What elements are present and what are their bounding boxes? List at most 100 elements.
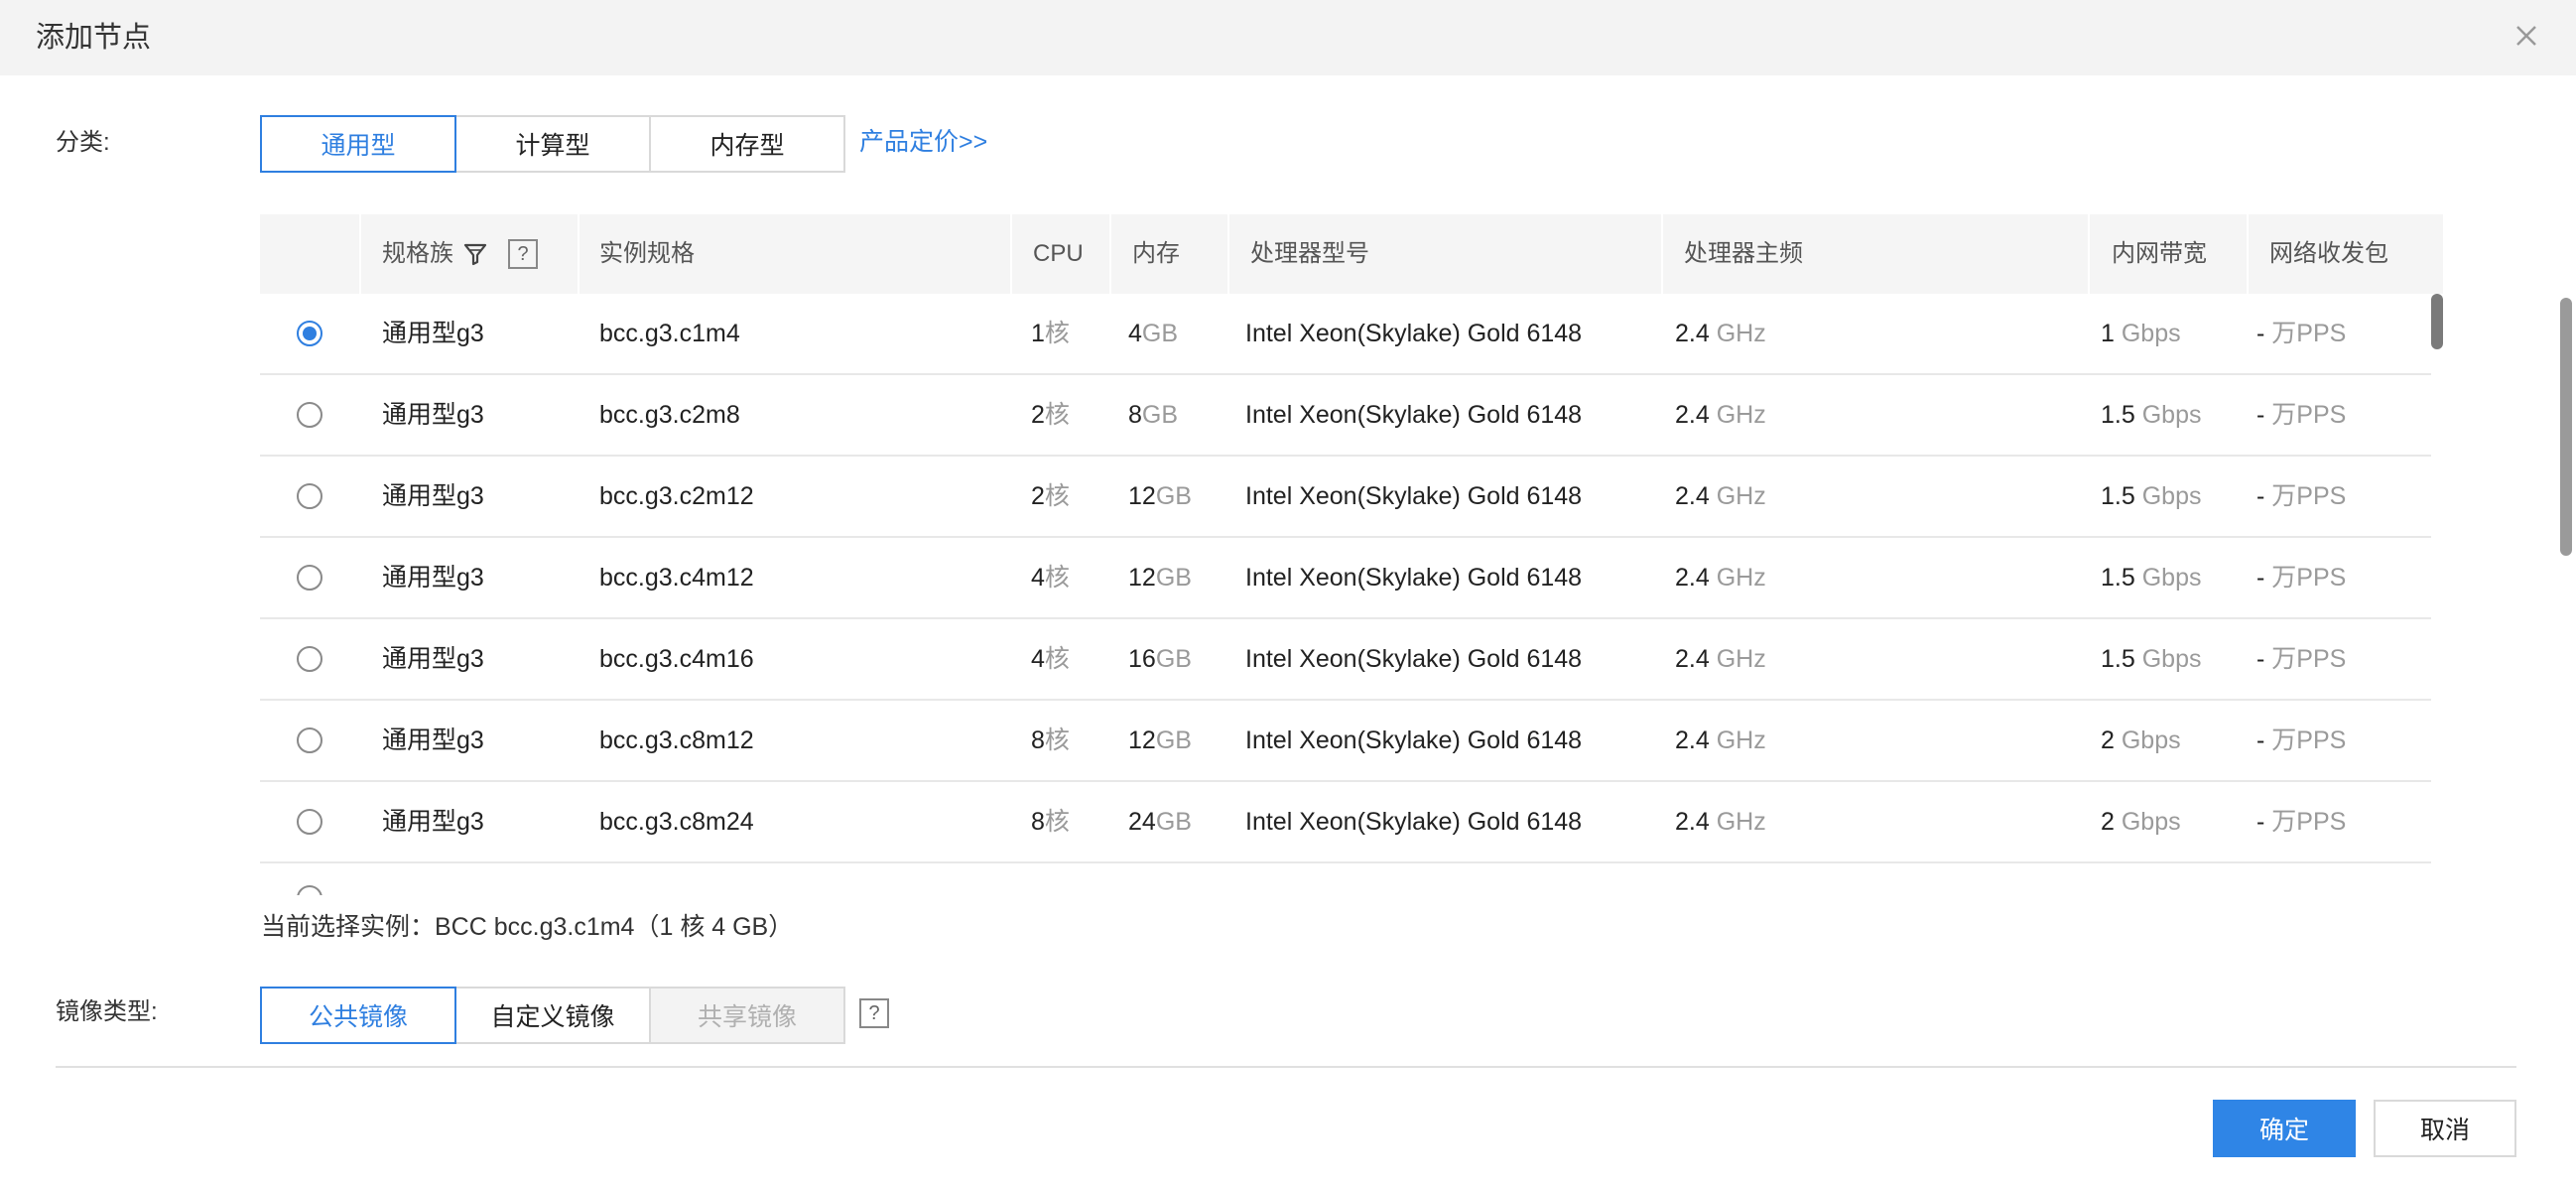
table-row[interactable]: 通用型g3 bcc.g3.c2m8 2核 8GB Intel Xeon(Skylake)… bbox=[260, 375, 2431, 457]
cell-freq: 2.4 GHz bbox=[1675, 619, 1766, 699]
confirm-button[interactable]: 确定 bbox=[2213, 1100, 2356, 1157]
cancel-button[interactable]: 取消 bbox=[2374, 1100, 2516, 1157]
cell-unit: GB bbox=[1155, 482, 1192, 510]
cell-spec: bcc.g3.c2m12 bbox=[599, 457, 754, 536]
cell-value: 2.4 bbox=[1675, 645, 1710, 673]
cell-bw: 1 Gbps bbox=[2101, 294, 2181, 373]
category-tabs: 通用型 计算型 内存型 bbox=[260, 115, 845, 173]
table-scrollbar[interactable] bbox=[2431, 294, 2443, 349]
cell-value: 12 bbox=[1128, 564, 1156, 592]
tab-compute[interactable]: 计算型 bbox=[454, 115, 651, 173]
table-row[interactable]: 通用型g3 bcc.g3.c8m12 8核 12GB Intel Xeon(Skylak… bbox=[260, 701, 2431, 782]
cell-spec: bcc.g3.c8m24 bbox=[599, 782, 754, 861]
cell-family: 通用型g3 bbox=[382, 457, 484, 536]
help-icon[interactable]: ? bbox=[508, 239, 538, 269]
close-icon[interactable] bbox=[2507, 16, 2546, 56]
cell-value: 通用型g3 bbox=[382, 645, 484, 673]
cell-unit: Gbps bbox=[2121, 320, 2181, 347]
row-radio[interactable] bbox=[297, 565, 322, 591]
header-pps: 网络收发包 bbox=[2269, 240, 2388, 267]
row-radio[interactable] bbox=[297, 809, 322, 835]
cell-bw: 2 Gbps bbox=[2101, 701, 2181, 780]
cell-value: 1 bbox=[1031, 320, 1045, 347]
row-radio[interactable] bbox=[297, 321, 322, 346]
cell-unit: 万PPS bbox=[2271, 726, 2347, 754]
tab-custom-image[interactable]: 自定义镜像 bbox=[454, 987, 651, 1044]
cell-unit: 万PPS bbox=[2271, 482, 2347, 510]
table-body: 通用型g3 bcc.g3.c1m4 1核 4GB Intel Xeon(Skylake)… bbox=[260, 294, 2431, 889]
cell-spec: bcc.g3.c4m12 bbox=[599, 538, 754, 617]
filter-icon[interactable] bbox=[463, 242, 487, 266]
table-row[interactable]: 通用型g3 bcc.g3.c4m12 4核 12GB Intel Xeon(Skylak… bbox=[260, 538, 2431, 619]
cell-value: 8 bbox=[1031, 808, 1045, 836]
cell-unit: Gbps bbox=[2141, 645, 2202, 673]
cell-freq: 2.4 GHz bbox=[1675, 701, 1766, 780]
cell-cpu: 2核 bbox=[1031, 375, 1070, 455]
image-help-icon[interactable]: ? bbox=[859, 998, 889, 1028]
category-label: 分类: bbox=[56, 129, 110, 156]
cell-value: - bbox=[2256, 482, 2265, 510]
cell-unit: GHz bbox=[1716, 726, 1766, 754]
pricing-link[interactable]: 产品定价>> bbox=[859, 125, 987, 159]
cell-value: Intel Xeon(Skylake) Gold 6148 bbox=[1245, 401, 1583, 429]
cell-unit: GHz bbox=[1716, 401, 1766, 429]
cell-cpu: 8核 bbox=[1031, 782, 1070, 861]
cell-unit: GB bbox=[1141, 320, 1179, 347]
cell-pps: - 万PPS bbox=[2256, 375, 2346, 455]
cell-value: bcc.g3.c1m4 bbox=[599, 320, 740, 347]
cell-pps: - 万PPS bbox=[2256, 701, 2346, 780]
cell-processor: Intel Xeon(Skylake) Gold 6148 bbox=[1245, 294, 1582, 373]
table-row[interactable]: 通用型g3 bcc.g3.c2m12 2核 12GB Intel Xeon(Skylak… bbox=[260, 457, 2431, 538]
cell-pps: - 万PPS bbox=[2256, 782, 2346, 861]
cell-unit: Gbps bbox=[2121, 726, 2181, 754]
cell-unit: Gbps bbox=[2121, 808, 2181, 836]
cell-value: 2.4 bbox=[1675, 808, 1710, 836]
cell-mem: 12GB bbox=[1128, 538, 1192, 617]
cell-value: Intel Xeon(Skylake) Gold 6148 bbox=[1245, 726, 1583, 754]
cell-value: bcc.g3.c2m12 bbox=[599, 482, 754, 510]
cell-value: bcc.g3.c4m12 bbox=[599, 564, 754, 592]
row-radio[interactable] bbox=[297, 483, 322, 509]
table-row[interactable]: 通用型g3 bcc.g3.c8m24 8核 24GB Intel Xeon(Skylak… bbox=[260, 782, 2431, 863]
dialog-scrollbar[interactable] bbox=[2560, 298, 2572, 556]
cell-freq: 2.4 GHz bbox=[1675, 375, 1766, 455]
cell-value: 通用型g3 bbox=[382, 401, 484, 429]
cell-family: 通用型g3 bbox=[382, 375, 484, 455]
tab-memory[interactable]: 内存型 bbox=[649, 115, 845, 173]
cell-value: Intel Xeon(Skylake) Gold 6148 bbox=[1245, 320, 1583, 347]
row-radio[interactable] bbox=[297, 727, 322, 753]
row-radio[interactable] bbox=[297, 402, 322, 428]
cell-unit: Gbps bbox=[2141, 401, 2202, 429]
header-frequency: 处理器主频 bbox=[1684, 240, 1803, 267]
cell-value: 通用型g3 bbox=[382, 320, 484, 347]
cell-value: bcc.g3.c2m8 bbox=[599, 401, 740, 429]
partial-row-radio bbox=[297, 885, 322, 895]
cell-unit: GB bbox=[1155, 808, 1192, 836]
cell-value: 通用型g3 bbox=[382, 564, 484, 592]
cell-cpu: 8核 bbox=[1031, 701, 1070, 780]
row-radio[interactable] bbox=[297, 646, 322, 672]
cell-bw: 1.5 Gbps bbox=[2101, 375, 2201, 455]
cell-value: 2.4 bbox=[1675, 320, 1710, 347]
table-row[interactable]: 通用型g3 bcc.g3.c1m4 1核 4GB Intel Xeon(Skylake)… bbox=[260, 294, 2431, 375]
cell-family: 通用型g3 bbox=[382, 538, 484, 617]
cell-value: - bbox=[2256, 808, 2265, 836]
cell-mem: 16GB bbox=[1128, 619, 1192, 699]
tab-general[interactable]: 通用型 bbox=[260, 115, 456, 173]
cell-value: bcc.g3.c4m16 bbox=[599, 645, 754, 673]
dialog-title: 添加节点 bbox=[36, 22, 152, 54]
tab-public-image[interactable]: 公共镜像 bbox=[260, 987, 456, 1044]
cell-unit: 万PPS bbox=[2271, 808, 2347, 836]
header-memory: 内存 bbox=[1132, 240, 1180, 267]
header-spec: 实例规格 bbox=[599, 240, 695, 267]
cell-bw: 1.5 Gbps bbox=[2101, 538, 2201, 617]
cell-cpu: 4核 bbox=[1031, 619, 1070, 699]
cell-value: 12 bbox=[1128, 482, 1156, 510]
cell-value: 1.5 bbox=[2101, 401, 2135, 429]
table-row[interactable]: 通用型g3 bcc.g3.c4m16 4核 16GB Intel Xeon(Skylak… bbox=[260, 619, 2431, 701]
cell-spec: bcc.g3.c2m8 bbox=[599, 375, 740, 455]
cell-value: 1.5 bbox=[2101, 482, 2135, 510]
cell-unit: GB bbox=[1141, 401, 1179, 429]
cell-family: 通用型g3 bbox=[382, 782, 484, 861]
cell-unit: Gbps bbox=[2141, 482, 2202, 510]
